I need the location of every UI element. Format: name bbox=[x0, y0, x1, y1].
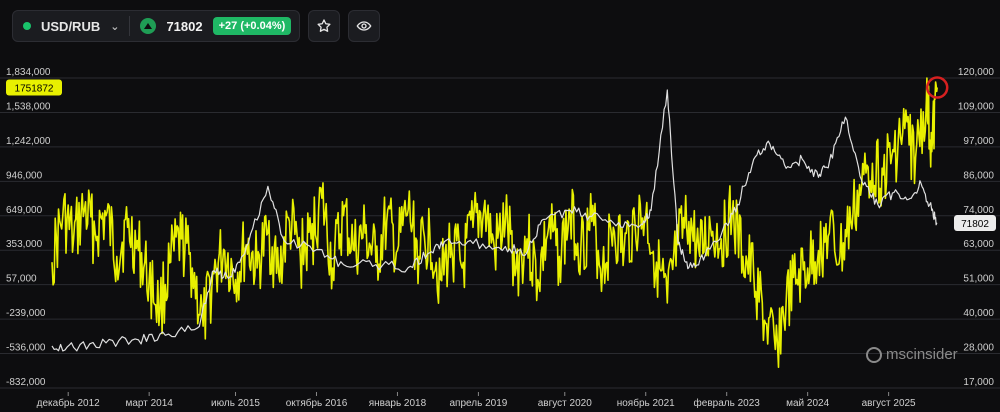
left-tick-label: 1,538,000 bbox=[6, 101, 51, 112]
right-tick-label: 17,000 bbox=[963, 377, 994, 388]
left-tick-label: 57,000 bbox=[6, 274, 37, 285]
price-chart[interactable]: 1,834,000 1,538,000 1,242,000 946,000 649,00… bbox=[0, 0, 1000, 412]
right-value-text: 71802 bbox=[961, 219, 989, 230]
right-tick-label: 97,000 bbox=[963, 136, 994, 147]
x-tick-label: ноябрь 2021 bbox=[617, 397, 675, 409]
x-tick-label: март 2014 bbox=[125, 398, 173, 409]
msc-logo-icon bbox=[866, 346, 882, 363]
x-tick-label: октябрь 2016 bbox=[286, 397, 348, 409]
x-tick-label: декабрь 2012 bbox=[37, 397, 101, 409]
watermark: mscinsider bbox=[866, 346, 958, 363]
left-tick-label: -832,000 bbox=[6, 377, 46, 388]
left-tick-label: 649,000 bbox=[6, 205, 43, 216]
left-tick-label: 1,242,000 bbox=[6, 136, 51, 147]
right-tick-label: 74,000 bbox=[963, 205, 994, 216]
watermark-text: mscinsider bbox=[886, 346, 958, 363]
series-line-right bbox=[51, 89, 938, 352]
left-axis: 1,834,000 1,538,000 1,242,000 946,000 649,00… bbox=[6, 67, 51, 388]
left-tick-label: 946,000 bbox=[6, 170, 43, 181]
right-tick-label: 63,000 bbox=[963, 239, 994, 250]
series-line-left bbox=[51, 77, 938, 368]
x-tick-label: май 2024 bbox=[786, 398, 829, 409]
left-tick-label: -536,000 bbox=[6, 343, 46, 354]
series-lines bbox=[51, 77, 938, 368]
right-tick-label: 86,000 bbox=[963, 170, 994, 181]
left-value-text: 1751872 bbox=[15, 84, 54, 95]
right-tick-label: 28,000 bbox=[963, 343, 994, 354]
x-tick-label: февраль 2023 bbox=[694, 397, 761, 409]
left-tick-label: -239,000 bbox=[6, 308, 46, 319]
right-tick-label: 51,000 bbox=[963, 274, 994, 285]
right-tick-label: 120,000 bbox=[958, 67, 995, 78]
x-tick-label: июль 2015 bbox=[211, 398, 260, 409]
x-axis: декабрь 2012 март 2014 июль 2015 октябрь 20… bbox=[37, 392, 916, 409]
x-tick-label: август 2025 bbox=[862, 398, 916, 409]
x-tick-label: апрель 2019 bbox=[449, 398, 507, 409]
right-tick-label: 109,000 bbox=[958, 101, 995, 112]
right-tick-label: 40,000 bbox=[963, 308, 994, 319]
left-tick-label: 353,000 bbox=[6, 239, 43, 250]
x-tick-label: январь 2018 bbox=[369, 398, 427, 409]
left-tick-label: 1,834,000 bbox=[6, 67, 51, 78]
x-tick-label: август 2020 bbox=[538, 398, 592, 409]
